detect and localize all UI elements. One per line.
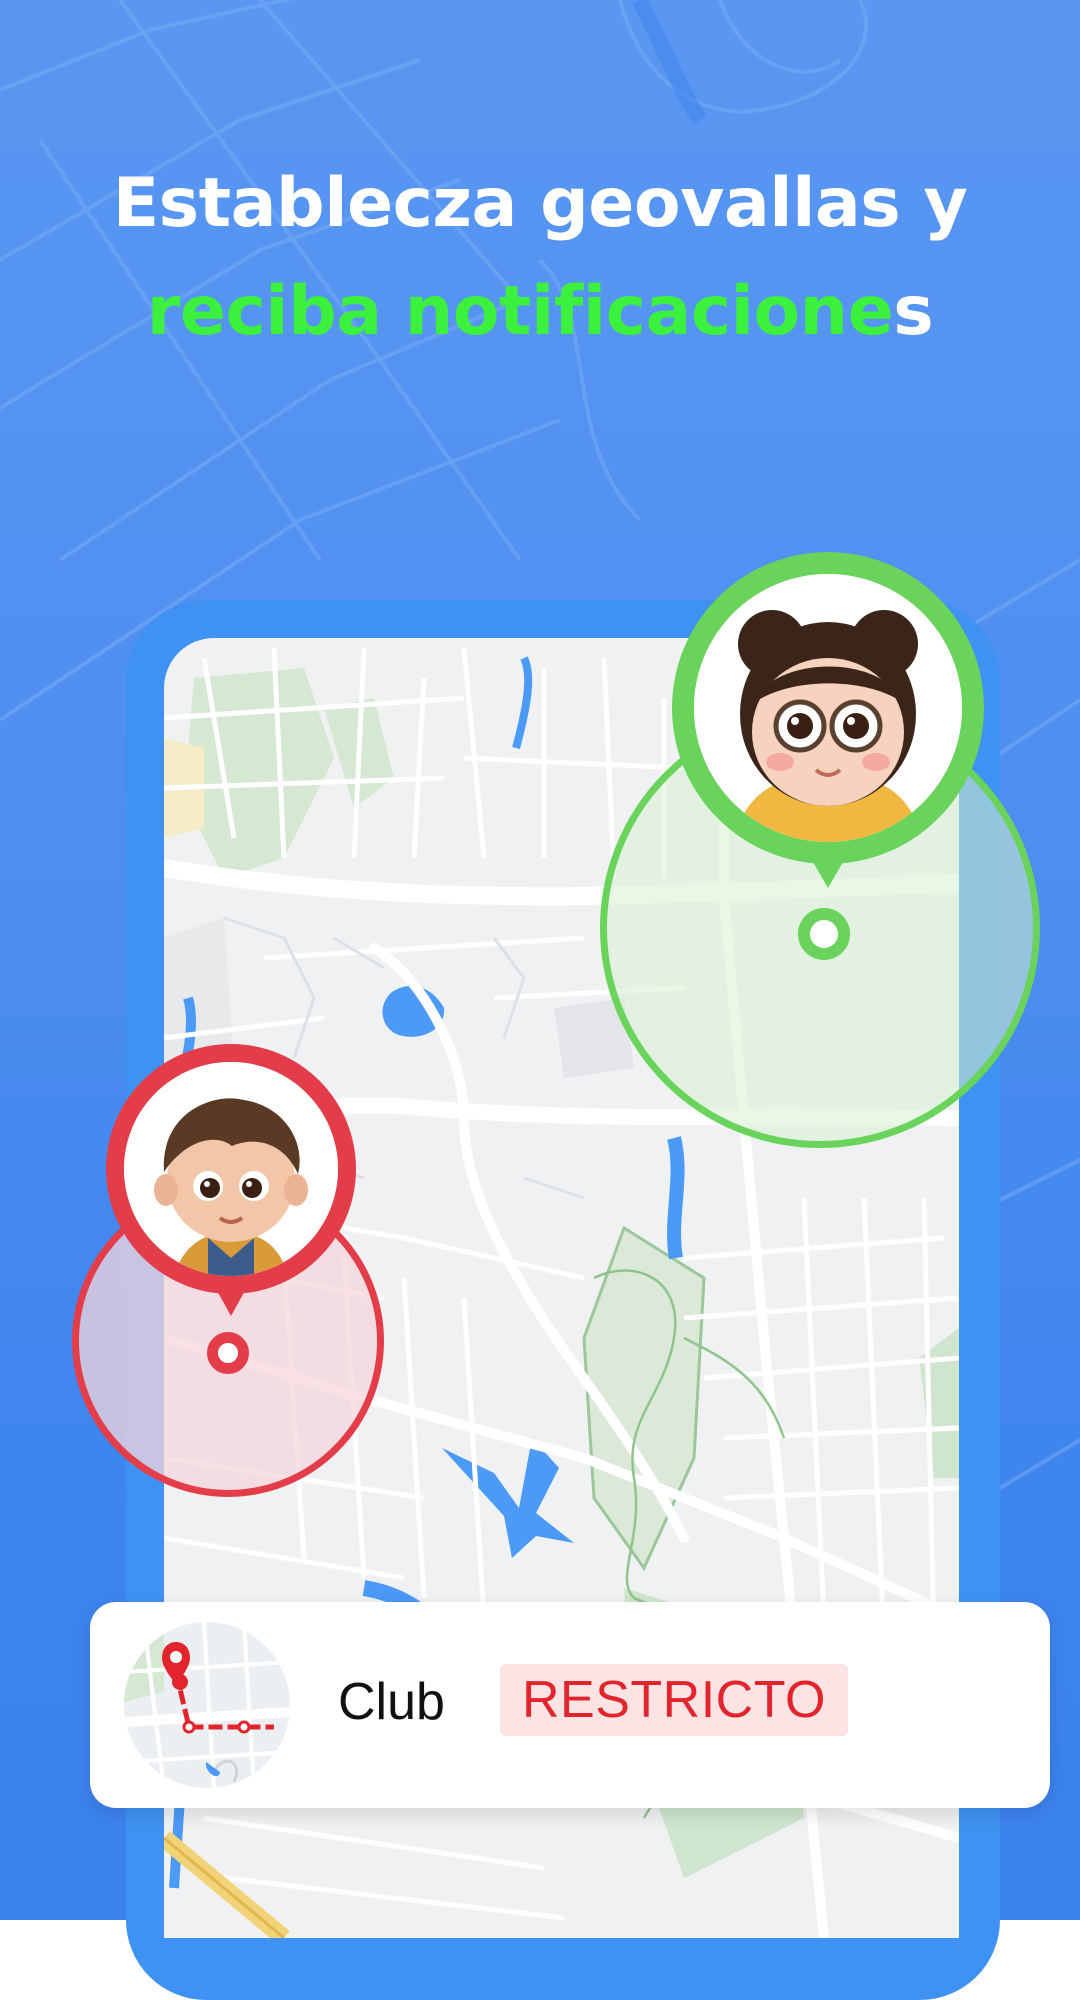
route-map-pin-icon: [124, 1622, 290, 1788]
headline-highlight: reciba notificacione: [146, 272, 894, 351]
boy-location-pin[interactable]: [106, 1044, 356, 1324]
route-map-thumbnail: [124, 1622, 290, 1788]
geofence-green-center[interactable]: [798, 908, 850, 960]
headline-line-1: Establecza geovallas y: [112, 164, 968, 243]
boy-avatar: [124, 1062, 338, 1276]
girl-location-pin[interactable]: [672, 552, 984, 892]
headline: Establecza geovallas y reciba notificaci…: [0, 150, 1080, 366]
geofence-alert-card[interactable]: Club RESTRICTO: [90, 1602, 1050, 1808]
geofence-red-center[interactable]: [207, 1332, 249, 1374]
status-badge: RESTRICTO: [500, 1664, 849, 1736]
headline-line-2-tail: s: [893, 272, 934, 351]
place-label: Club: [338, 1673, 445, 1731]
headline-line-2: reciba notificaciones: [0, 258, 1080, 366]
girl-avatar: [694, 574, 962, 842]
